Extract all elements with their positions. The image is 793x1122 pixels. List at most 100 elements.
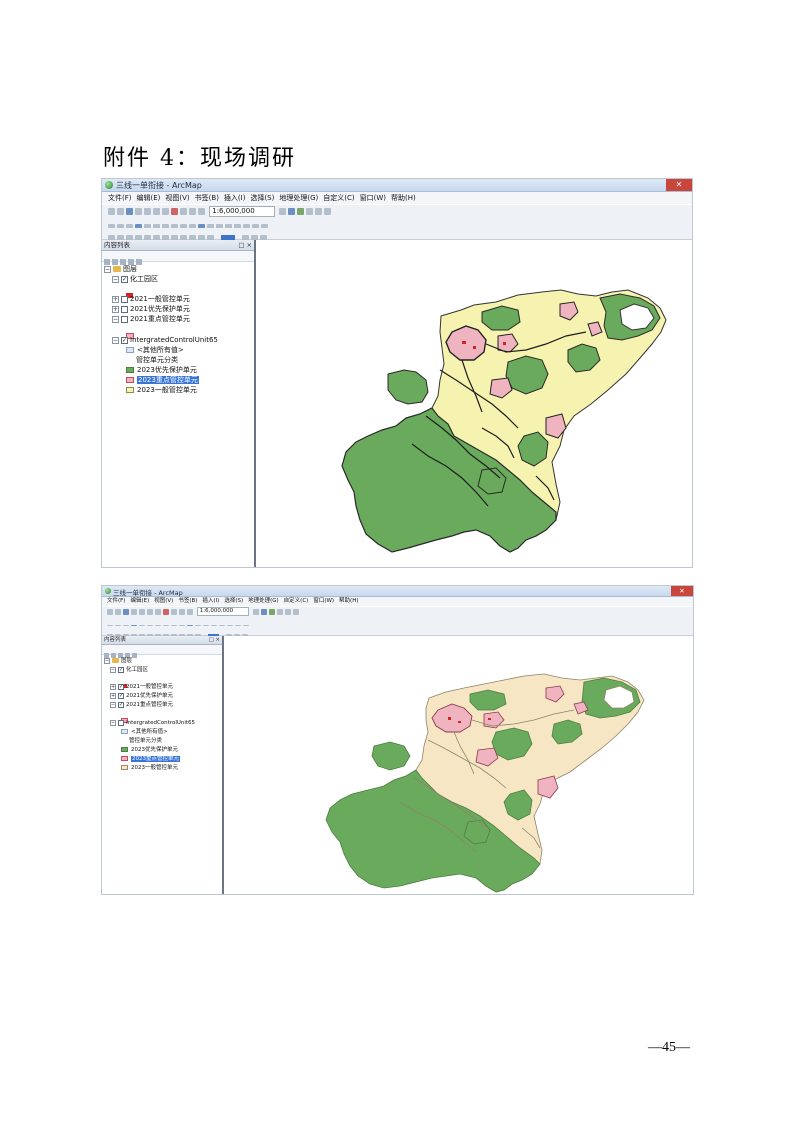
layer-key-2021-row[interactable]: − ✓ 2021重点管控单元 xyxy=(110,701,173,709)
menu-selection[interactable]: 选择(S) xyxy=(250,192,274,204)
add-data-icon[interactable] xyxy=(198,207,205,215)
table-icon[interactable] xyxy=(260,608,267,615)
search-icon[interactable] xyxy=(276,608,283,615)
copy-icon[interactable] xyxy=(153,207,160,215)
toc-window-controls[interactable]: □ × xyxy=(238,240,252,250)
paste-icon[interactable] xyxy=(162,207,169,215)
menu-edit[interactable]: 编辑(E) xyxy=(137,192,161,204)
collapse-icon[interactable]: − xyxy=(112,275,119,283)
map-canvas[interactable] xyxy=(224,636,693,894)
collapse-icon[interactable]: − xyxy=(112,315,119,323)
delete-icon[interactable] xyxy=(171,207,178,215)
layer-visibility-checkbox[interactable] xyxy=(121,295,128,303)
layer-priority-2021-row[interactable]: +2021优先保护单元 xyxy=(112,305,190,314)
open-icon[interactable] xyxy=(117,207,124,215)
new-icon[interactable] xyxy=(107,608,113,615)
menu-bookmarks[interactable]: 书签(B) xyxy=(195,192,219,204)
delete-icon[interactable] xyxy=(163,608,169,615)
collapse-icon[interactable]: − xyxy=(112,336,119,344)
list-by-source-icon[interactable] xyxy=(112,258,118,265)
layer-root-row[interactable]: − 图层 xyxy=(104,265,137,274)
editor-icon[interactable] xyxy=(279,207,287,215)
menu-view[interactable]: 视图(V) xyxy=(165,192,189,204)
legend-key-2023-row[interactable]: 2023重点管控单元 xyxy=(126,376,199,385)
layer-visibility-checkbox[interactable]: ✓ xyxy=(118,692,124,699)
toc-options-icon[interactable] xyxy=(136,258,142,265)
map-scale-input[interactable]: 1:6,000,000 xyxy=(196,607,249,616)
toc-options-icon[interactable] xyxy=(132,653,137,658)
collapse-icon[interactable]: − xyxy=(104,657,110,664)
catalog-icon[interactable] xyxy=(297,207,305,215)
map-scale-input[interactable]: 1:6,000,000 xyxy=(209,205,276,217)
menu-geoprocessing[interactable]: 地理处理(G) xyxy=(248,597,279,606)
list-by-selection-icon[interactable] xyxy=(128,258,134,265)
collapse-icon[interactable]: − xyxy=(110,719,116,726)
menu-edit[interactable]: 编辑(E) xyxy=(130,597,149,606)
menu-view[interactable]: 视图(V) xyxy=(154,597,173,606)
python-icon[interactable] xyxy=(324,207,332,215)
menu-geoprocessing[interactable]: 地理处理(G) xyxy=(279,192,318,204)
menu-windows[interactable]: 窗口(W) xyxy=(360,192,386,204)
expand-icon[interactable]: + xyxy=(110,692,116,699)
menu-help[interactable]: 帮助(H) xyxy=(339,597,358,606)
editor-icon[interactable] xyxy=(252,608,259,615)
search-icon[interactable] xyxy=(306,207,314,215)
paste-icon[interactable] xyxy=(155,608,161,615)
catalog-icon[interactable] xyxy=(268,608,275,615)
legend-key-2023-row[interactable]: 2023重点管控单元 xyxy=(121,755,180,763)
layer-visibility-checkbox[interactable] xyxy=(121,315,128,323)
add-data-icon[interactable] xyxy=(187,608,193,615)
layer-chem-park-row[interactable]: − ✓ 化工园区 xyxy=(110,666,148,674)
layer-general-2021-row[interactable]: +2021一般管控单元 xyxy=(112,295,190,304)
menu-bookmarks[interactable]: 书签(B) xyxy=(178,597,197,606)
map-view[interactable] xyxy=(224,636,693,894)
layer-visibility-checkbox[interactable]: ✓ xyxy=(121,336,128,344)
arctoolbox-icon[interactable] xyxy=(315,207,323,215)
layer-root-row[interactable]: − 图层 xyxy=(104,657,132,665)
map-view[interactable] xyxy=(256,240,692,567)
layer-general-2021-row[interactable]: + ✓ 2021一般管控单元 xyxy=(110,683,173,691)
menu-help[interactable]: 帮助(H) xyxy=(391,192,416,204)
menu-insert[interactable]: 插入(I) xyxy=(224,192,246,204)
map-canvas[interactable] xyxy=(256,240,692,567)
toc-window-controls[interactable]: □ × xyxy=(208,636,220,644)
menu-customize[interactable]: 自定义(C) xyxy=(284,597,309,606)
arctoolbox-icon[interactable] xyxy=(284,608,291,615)
layer-visibility-checkbox[interactable]: ✓ xyxy=(118,666,124,673)
expand-icon[interactable]: + xyxy=(110,683,116,690)
list-by-drawing-order-icon[interactable] xyxy=(104,258,110,265)
print-icon[interactable] xyxy=(131,608,137,615)
layer-visibility-checkbox[interactable] xyxy=(121,305,128,313)
open-icon[interactable] xyxy=(115,608,121,615)
table-icon[interactable] xyxy=(288,207,296,215)
layer-icu-row[interactable]: − ✓ IntergratedControlUnit65 xyxy=(112,336,218,345)
list-by-visibility-icon[interactable] xyxy=(120,258,126,265)
menu-file[interactable]: 文件(F) xyxy=(108,192,132,204)
redo-icon[interactable] xyxy=(189,207,196,215)
layer-visibility-checkbox[interactable]: ✓ xyxy=(118,701,124,708)
new-icon[interactable] xyxy=(108,207,115,215)
python-icon[interactable] xyxy=(292,608,299,615)
layer-priority-2021-row[interactable]: + ✓ 2021优先保护单元 xyxy=(110,692,173,700)
cut-icon[interactable] xyxy=(139,608,145,615)
menu-customize[interactable]: 自定义(C) xyxy=(323,192,354,204)
expand-icon[interactable]: + xyxy=(112,305,119,313)
save-icon[interactable] xyxy=(123,608,129,615)
layer-chem-park-row[interactable]: − ✓ 化工园区 xyxy=(112,275,158,284)
menu-windows[interactable]: 窗口(W) xyxy=(313,597,334,606)
menu-selection[interactable]: 选择(S) xyxy=(224,597,243,606)
save-icon[interactable] xyxy=(126,207,133,215)
expand-icon[interactable]: + xyxy=(112,295,119,303)
menu-insert[interactable]: 插入(I) xyxy=(202,597,219,606)
undo-icon[interactable] xyxy=(180,207,187,215)
layer-icu-row[interactable]: − IntergratedControlUnit65 xyxy=(110,719,195,727)
layer-key-2021-row[interactable]: − 2021重点管控单元 xyxy=(112,315,190,324)
window-close-button[interactable]: ✕ xyxy=(666,179,692,191)
collapse-icon[interactable]: − xyxy=(104,265,111,273)
print-icon[interactable] xyxy=(135,207,142,215)
window-close-button[interactable]: ✕ xyxy=(671,586,693,596)
layer-visibility-checkbox[interactable]: ✓ xyxy=(121,275,128,283)
undo-icon[interactable] xyxy=(171,608,177,615)
collapse-icon[interactable]: − xyxy=(110,666,116,673)
layer-visibility-checkbox[interactable] xyxy=(118,719,124,726)
